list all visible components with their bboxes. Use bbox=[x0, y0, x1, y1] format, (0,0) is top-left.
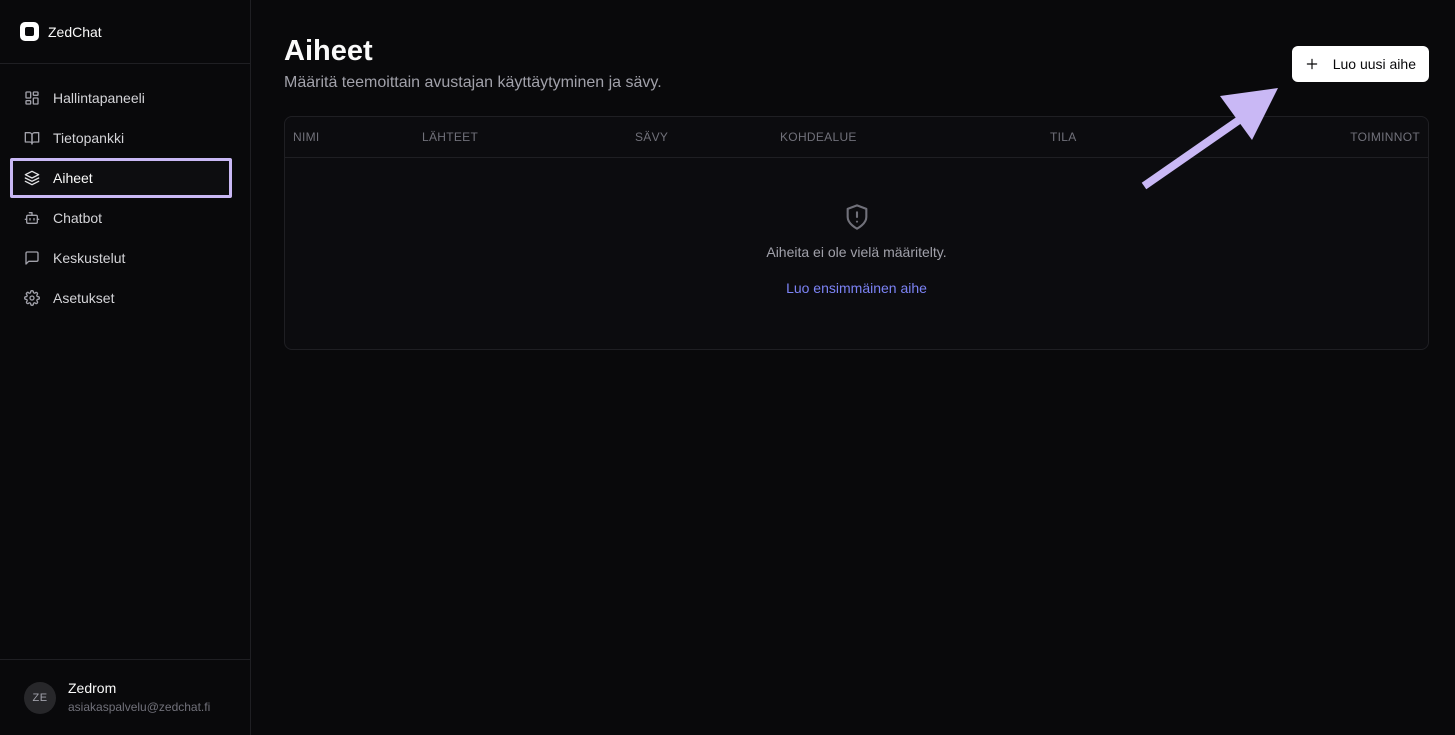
column-header-lahteet[interactable]: LÄHTEET bbox=[422, 130, 478, 144]
sidebar-item-label: Tietopankki bbox=[53, 130, 125, 146]
main-content: Aiheet Määritä teemoittain avustajan käy… bbox=[251, 0, 1455, 735]
sidebar-item-label: Chatbot bbox=[53, 210, 103, 226]
column-header-nimi[interactable]: NIMI bbox=[293, 130, 320, 144]
dashboard-icon bbox=[25, 91, 39, 105]
layers-icon bbox=[24, 170, 40, 186]
avatar: ZE bbox=[24, 681, 56, 714]
empty-state: Aiheita ei ole vielä määritelty. Luo ens… bbox=[285, 158, 1428, 296]
zedchat-logo-icon bbox=[20, 22, 39, 41]
book-open-icon bbox=[24, 132, 40, 145]
page-subtitle: Määritä teemoittain avustajan käyttäytym… bbox=[284, 74, 662, 91]
sidebar-nav: Hallintapaneeli Tietopankki Aiheet Chatb… bbox=[0, 64, 250, 318]
user-info: Zedrom asiakaspalvelu@zedchat.fi bbox=[68, 680, 210, 715]
shield-alert-icon bbox=[846, 204, 867, 230]
sidebar-item-label: Hallintapaneeli bbox=[53, 90, 145, 106]
plus-icon bbox=[1306, 58, 1317, 70]
user-email: asiakaspalvelu@zedchat.fi bbox=[68, 700, 211, 714]
create-first-topic-link[interactable]: Luo ensimmäinen aihe bbox=[786, 280, 927, 296]
topics-table: NIMI LÄHTEET SÄVY KOHDEALUE TILA TOIMINN… bbox=[284, 116, 1429, 350]
create-topic-button[interactable]: Luo uusi aihe bbox=[1291, 46, 1429, 82]
gear-icon bbox=[24, 290, 40, 306]
bot-icon bbox=[24, 212, 40, 224]
page-heading: Aiheet Määritä teemoittain avustajan käy… bbox=[284, 34, 662, 92]
column-header-savy[interactable]: SÄVY bbox=[635, 130, 668, 144]
column-header-toiminnot[interactable]: TOIMINNOT bbox=[1350, 130, 1420, 144]
sidebar-item-hallintapaneeli[interactable]: Hallintapaneeli bbox=[10, 78, 240, 118]
message-square-icon bbox=[25, 251, 39, 265]
sidebar-item-label: Aiheet bbox=[53, 170, 93, 186]
page-title: Aiheet bbox=[284, 35, 373, 67]
empty-state-text: Aiheita ei ole vielä määritelty. bbox=[766, 244, 947, 260]
sidebar-item-tietopankki[interactable]: Tietopankki bbox=[10, 118, 240, 158]
sidebar-item-label: Keskustelut bbox=[53, 250, 126, 266]
sidebar-item-chatbot[interactable]: Chatbot bbox=[10, 198, 240, 238]
table-header: NIMI LÄHTEET SÄVY KOHDEALUE TILA TOIMINN… bbox=[285, 117, 1428, 158]
sidebar-item-keskustelut[interactable]: Keskustelut bbox=[10, 238, 240, 278]
column-header-kohdealue[interactable]: KOHDEALUE bbox=[780, 130, 857, 144]
page-header: Aiheet Määritä teemoittain avustajan käy… bbox=[284, 34, 1429, 92]
sidebar-item-label: Asetukset bbox=[53, 290, 115, 306]
brand[interactable]: ZedChat bbox=[0, 0, 250, 64]
sidebar-item-asetukset[interactable]: Asetukset bbox=[10, 278, 240, 318]
sidebar-item-aiheet[interactable]: Aiheet bbox=[10, 158, 232, 198]
user-name: Zedrom bbox=[68, 680, 117, 696]
sidebar: ZedChat Hallintapaneeli Tietopankki Aihe… bbox=[0, 0, 251, 735]
app-window: ZedChat Hallintapaneeli Tietopankki Aihe… bbox=[0, 0, 1455, 735]
brand-name: ZedChat bbox=[48, 23, 102, 40]
column-header-tila[interactable]: TILA bbox=[1050, 130, 1077, 144]
create-topic-label: Luo uusi aihe bbox=[1332, 56, 1416, 72]
user-profile[interactable]: ZE Zedrom asiakaspalvelu@zedchat.fi bbox=[0, 659, 250, 735]
